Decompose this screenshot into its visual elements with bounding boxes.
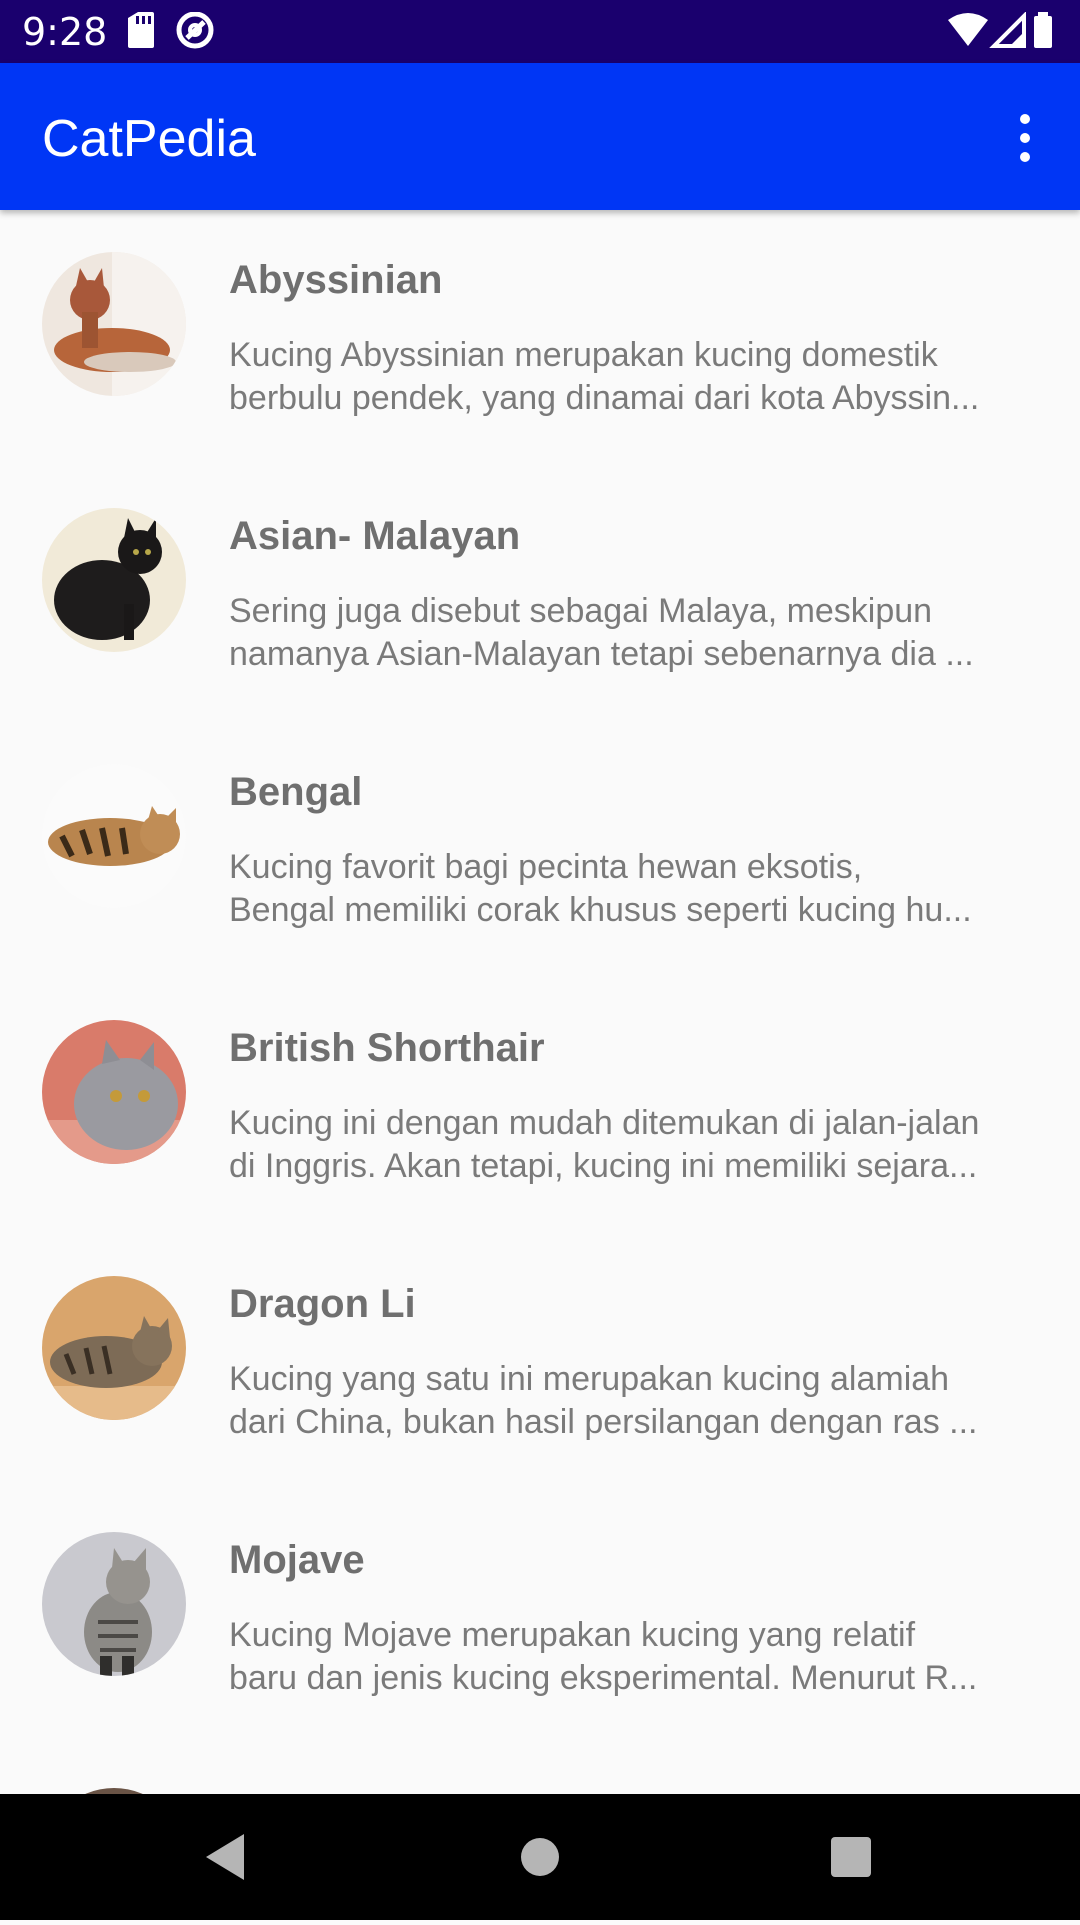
app-title: CatPedia (42, 110, 256, 168)
cat-description: Kucing Mojave merupakan kucing yang rela… (229, 1616, 978, 1697)
recents-icon[interactable] (831, 1837, 871, 1877)
at-sign-icon (176, 11, 214, 49)
cat-name: Dragon Li (229, 1282, 416, 1326)
cat-description: Kucing ini dengan mudah ditemukan di jal… (229, 1104, 980, 1185)
cat-avatar-image (42, 1276, 186, 1420)
list-item[interactable]: Bengal Kucing favorit bagi pecinta hewan… (0, 722, 1080, 978)
home-icon[interactable] (521, 1838, 559, 1876)
status-bar: 9:28 (0, 0, 1080, 63)
cat-name: British Shorthair (229, 1026, 545, 1070)
cat-name: Mojave (229, 1538, 365, 1582)
list-item[interactable]: Mojave Kucing Mojave merupakan kucing ya… (0, 1490, 1080, 1746)
cat-name: Abyssinian (229, 258, 443, 302)
cat-name: Asian- Malayan (229, 514, 521, 558)
cat-description: Kucing Abyssinian merupakan kucing domes… (229, 336, 980, 417)
battery-icon (1034, 12, 1052, 48)
cat-description: Kucing favorit bagi pecinta hewan eksoti… (229, 848, 972, 929)
status-icons-right (948, 11, 1058, 57)
cat-list[interactable]: Abyssinian Kucing Abyssinian merupakan k… (0, 210, 1080, 1794)
app-bar: CatPedia (0, 63, 1080, 210)
back-icon[interactable] (206, 1834, 244, 1880)
list-item[interactable] (0, 1746, 1080, 1794)
cat-avatar-image (42, 1532, 186, 1676)
status-time: 9:28 (22, 10, 108, 54)
list-item[interactable]: Dragon Li Kucing yang satu ini merupakan… (0, 1234, 1080, 1490)
list-item[interactable]: Abyssinian Kucing Abyssinian merupakan k… (0, 210, 1080, 466)
cat-description: Sering juga disebut sebagai Malaya, mesk… (229, 592, 974, 673)
more-vert-icon[interactable] (992, 101, 1058, 175)
navigation-bar (0, 1794, 1080, 1920)
cat-avatar-image (42, 1020, 186, 1164)
cat-avatar-image (42, 252, 186, 396)
cat-avatar-image (42, 764, 186, 908)
status-icons-left (124, 11, 214, 57)
wifi-icon (948, 13, 988, 46)
list-item[interactable]: Asian- Malayan Sering juga disebut sebag… (0, 466, 1080, 722)
cat-name: Bengal (229, 770, 363, 814)
list-item[interactable]: British Shorthair Kucing ini dengan muda… (0, 978, 1080, 1234)
cat-description: Kucing yang satu ini merupakan kucing al… (229, 1360, 978, 1441)
cat-avatar-image (42, 508, 186, 652)
sd-card-icon (128, 12, 154, 48)
